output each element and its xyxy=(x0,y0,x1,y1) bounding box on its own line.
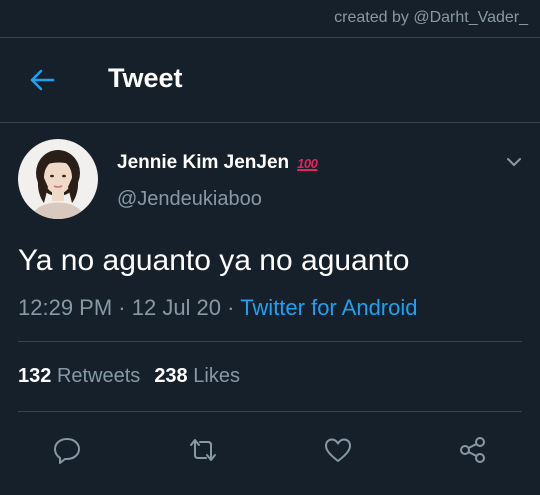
avatar-image xyxy=(18,139,98,219)
meta-separator: · xyxy=(221,295,241,320)
retweets-stat[interactable]: 132 Retweets xyxy=(18,365,140,387)
avatar[interactable] xyxy=(18,139,98,219)
tweet-text: Ya no aguanto ya no aguanto xyxy=(18,244,410,277)
author-name-text: Jennie Kim JenJen xyxy=(117,152,290,173)
author-handle[interactable]: @Jendeukiaboo xyxy=(117,188,262,211)
meta-separator: · xyxy=(112,295,132,320)
reply-icon[interactable] xyxy=(52,435,82,465)
tweet-meta: 12:29 PM · 12 Jul 20 · Twitter for Andro… xyxy=(18,295,418,321)
chevron-down-icon[interactable] xyxy=(504,152,524,172)
likes-label: Likes xyxy=(193,365,240,387)
stats-divider xyxy=(18,411,522,412)
header-divider xyxy=(0,122,540,123)
tweet-stats: 132 Retweets 238 Likes xyxy=(18,365,240,388)
retweets-count: 132 xyxy=(18,365,52,387)
likes-count: 238 xyxy=(154,365,188,387)
likes-stat[interactable]: 238 Likes xyxy=(154,365,240,387)
retweets-label: Retweets xyxy=(56,365,141,387)
watermark: created by @Darht_Vader_ xyxy=(334,9,528,26)
action-bar xyxy=(0,432,540,468)
header-bar: Tweet xyxy=(0,38,540,122)
back-arrow-icon[interactable] xyxy=(28,66,56,94)
hundred-points-icon: 100 xyxy=(297,155,318,171)
meta-divider xyxy=(18,341,522,342)
retweet-icon[interactable] xyxy=(188,435,218,465)
like-icon[interactable] xyxy=(323,435,353,465)
author-name[interactable]: Jennie Kim JenJen 100 xyxy=(117,152,318,174)
tweet-time: 12:29 PM xyxy=(18,295,113,320)
tweet-date: 12 Jul 20 xyxy=(131,295,222,320)
share-icon[interactable] xyxy=(458,435,488,465)
page-title: Tweet xyxy=(108,63,183,93)
tweet-source-link[interactable]: Twitter for Android xyxy=(240,295,417,320)
